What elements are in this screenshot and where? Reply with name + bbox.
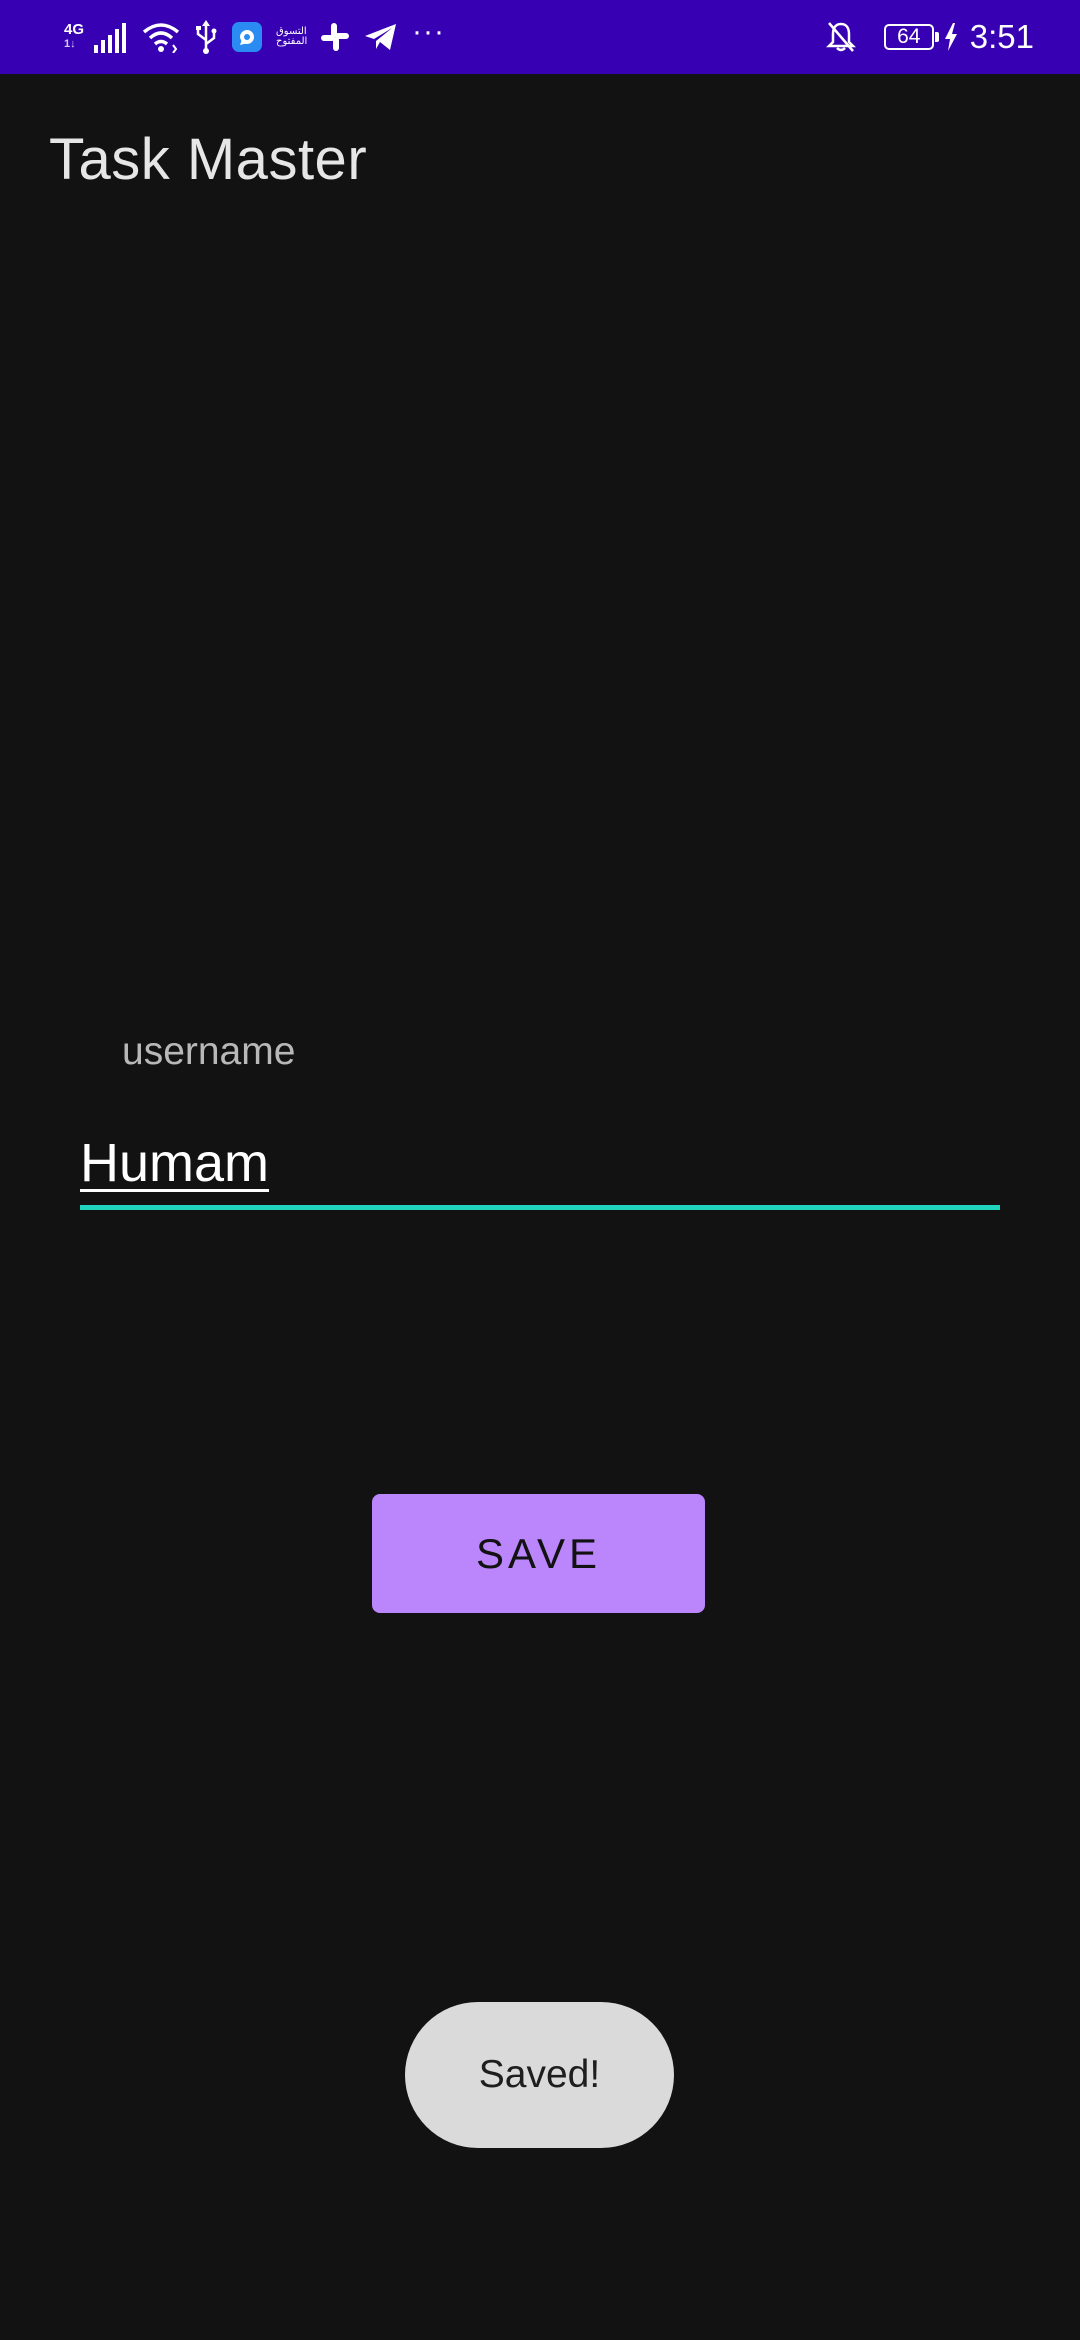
network-type: 4G [64, 21, 85, 38]
saved-toast: Saved! [405, 2002, 674, 2148]
arabic-app-label-line2: المفتوح [276, 36, 308, 47]
status-bar: 4G 1↓ التسوق المفتوح ··· 64 3:51 [0, 0, 1080, 74]
clock: 3:51 [969, 18, 1034, 55]
charging-icon [944, 23, 958, 51]
usb-icon [194, 20, 218, 54]
notifications-off-icon [825, 21, 856, 53]
signal-icon [94, 21, 128, 53]
chat-app-icon [232, 22, 263, 52]
username-label: username [122, 1030, 296, 1073]
battery-level: 64 [897, 25, 921, 48]
network-type-label: 4G 1↓ [64, 22, 84, 52]
username-input[interactable] [80, 1120, 1000, 1210]
save-button[interactable]: SAVE [372, 1494, 705, 1613]
more-notifications-icon: ··· [412, 15, 445, 48]
status-bar-left: 4G 1↓ التسوق المفتوح ··· [64, 0, 445, 74]
telegram-icon [364, 22, 398, 52]
network-sub: 1↓ [64, 38, 76, 50]
battery-icon: 64 [883, 24, 939, 50]
status-bar-right: 64 3:51 [825, 0, 1034, 74]
arabic-shopping-app-icon: التسوق المفتوح [276, 27, 308, 47]
wifi-icon [142, 21, 180, 53]
slack-icon [320, 22, 350, 52]
toast-message: Saved! [478, 2053, 601, 2096]
app-title: Task Master [49, 127, 368, 192]
